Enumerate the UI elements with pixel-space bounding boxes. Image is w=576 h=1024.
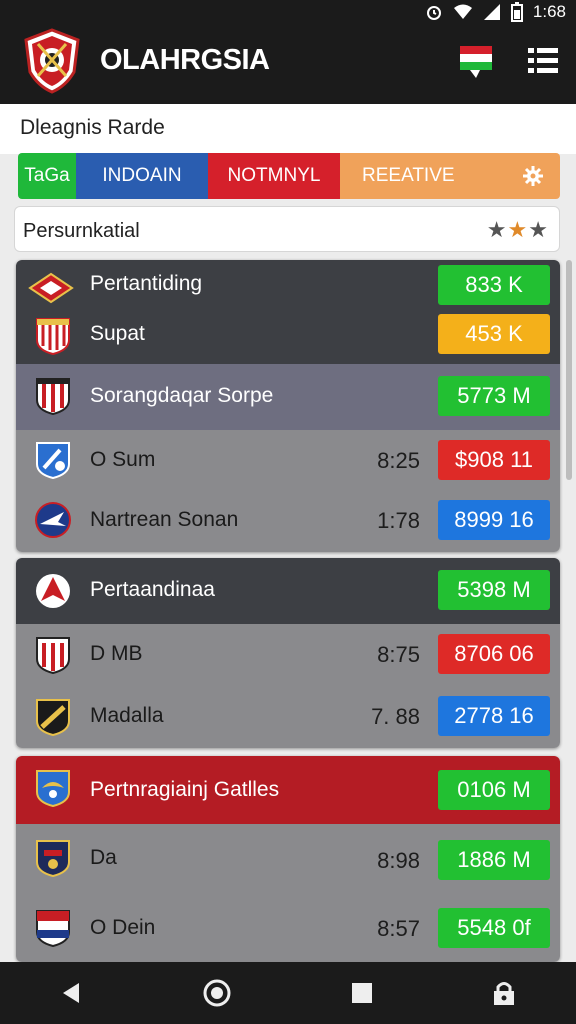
back-icon[interactable] bbox=[59, 980, 85, 1006]
item-name: Da bbox=[90, 846, 117, 869]
score-badge[interactable]: 8706 06 bbox=[438, 634, 550, 674]
star-icon: ★ bbox=[528, 217, 549, 242]
settings-icon bbox=[523, 166, 543, 186]
item-name: O Dein bbox=[90, 916, 156, 939]
flag-chat-icon[interactable] bbox=[458, 42, 496, 82]
item-name: Pertnragiainj Gatlles bbox=[90, 778, 280, 801]
list-item[interactable]: Pertaandinaa 5398 M bbox=[16, 558, 560, 624]
scrollbar[interactable] bbox=[566, 260, 572, 480]
home-icon[interactable] bbox=[202, 978, 232, 1008]
status-bar: 1:68 bbox=[0, 0, 576, 24]
app-bar: OLAHRGSIA bbox=[0, 24, 576, 104]
item-name: Supat bbox=[90, 322, 145, 345]
item-name: Pertantiding bbox=[90, 272, 203, 295]
match-group: Pertaandinaa 5398 M D MB 8:75 8706 06 Ma… bbox=[16, 558, 560, 748]
score-badge[interactable]: 833 K bbox=[438, 265, 550, 305]
lock-icon[interactable] bbox=[491, 979, 517, 1007]
red-triangle-icon bbox=[36, 574, 70, 608]
list-item[interactable]: Sorangdaqar Sorpe 5773 M bbox=[16, 364, 560, 430]
system-nav-bar bbox=[0, 962, 576, 1024]
striped-shield-icon bbox=[36, 378, 70, 416]
subheader: Dleagnis Rarde AW bbox=[0, 104, 576, 248]
tab-indoain[interactable]: INDOAIN bbox=[76, 153, 208, 199]
eagle-shield-icon bbox=[36, 770, 70, 808]
item-name: D MB bbox=[90, 642, 143, 665]
navy-shield-icon bbox=[36, 840, 70, 878]
score-badge[interactable]: 2778 16 bbox=[438, 696, 550, 736]
list-item[interactable]: Nartrean Sonan 1:78 8999 16 bbox=[16, 492, 560, 552]
score-badge[interactable]: 0106 M bbox=[438, 770, 550, 810]
match-time: 8:75 bbox=[377, 642, 420, 667]
tab-reeative[interactable]: REEATIVE bbox=[340, 153, 560, 199]
list-item[interactable]: Pertantiding 833 K bbox=[16, 260, 560, 312]
striped-shield-icon bbox=[36, 637, 70, 675]
menu-icon[interactable] bbox=[526, 44, 560, 78]
score-badge[interactable]: 5398 M bbox=[438, 570, 550, 610]
status-time: 1:68 bbox=[532, 2, 566, 21]
striped-shield-icon bbox=[36, 318, 70, 356]
blue-shield-icon bbox=[36, 442, 70, 480]
list-item[interactable]: O Dein 8:57 5548 0f bbox=[16, 896, 560, 962]
category-tabs: TaGa INDOAIN NOTMNYL REEATIVE bbox=[18, 153, 560, 199]
list-item[interactable]: Da 8:98 1886 M bbox=[16, 824, 560, 896]
item-name: Nartrean Sonan bbox=[90, 508, 239, 531]
wifi-icon bbox=[453, 4, 472, 19]
signal-icon bbox=[483, 4, 500, 20]
score-badge[interactable]: 453 K bbox=[438, 314, 550, 354]
score-badge[interactable]: $908 11 bbox=[438, 440, 550, 480]
list-item[interactable]: O Sum 8:25 $908 11 bbox=[16, 430, 560, 492]
flag-shield-icon bbox=[36, 910, 70, 948]
club-crest-logo[interactable] bbox=[22, 28, 82, 94]
plane-badge-icon bbox=[35, 502, 71, 538]
score-badge[interactable]: 1886 M bbox=[438, 840, 550, 880]
battery-icon bbox=[510, 2, 523, 22]
score-badge[interactable]: 5548 0f bbox=[438, 908, 550, 948]
star-icon: ★ bbox=[507, 217, 529, 242]
item-name: O Sum bbox=[90, 448, 156, 471]
yellow-shield-icon bbox=[36, 699, 70, 737]
list-item[interactable]: Pertnragiainj Gatlles 0106 M bbox=[16, 756, 560, 824]
list-item[interactable]: D MB 8:75 8706 06 bbox=[16, 624, 560, 686]
diamond-crest-icon bbox=[28, 272, 74, 304]
filter-label: Persurnkatial bbox=[23, 220, 140, 242]
match-time: 8:25 bbox=[377, 448, 420, 473]
score-badge[interactable]: 5773 M bbox=[438, 376, 550, 416]
tab-taga[interactable]: TaGa bbox=[18, 153, 76, 199]
score-badge[interactable]: 8999 16 bbox=[438, 500, 550, 540]
recents-icon[interactable] bbox=[350, 981, 374, 1005]
item-name: Pertaandinaa bbox=[90, 578, 215, 601]
match-time: 8:98 bbox=[377, 848, 420, 873]
item-name: Madalla bbox=[90, 704, 164, 727]
item-name: Sorangdaqar Sorpe bbox=[90, 384, 274, 407]
tab-notmnyl[interactable]: NOTMNYL bbox=[208, 153, 340, 199]
rating-stars[interactable]: ★★★ bbox=[487, 217, 549, 243]
subheader-label: Dleagnis Rarde bbox=[20, 116, 165, 139]
app-title: OLAHRGSIA bbox=[100, 44, 270, 76]
tab-reeative-label: REEATIVE bbox=[362, 165, 455, 186]
star-icon: ★ bbox=[486, 217, 508, 242]
match-time: 7. 88 bbox=[371, 704, 420, 729]
match-time: 8:57 bbox=[377, 916, 420, 941]
match-group: Pertnragiainj Gatlles 0106 M Da 8:98 188… bbox=[16, 756, 560, 962]
list-item[interactable]: Supat 453 K bbox=[16, 312, 560, 364]
list-item[interactable]: Madalla 7. 88 2778 16 bbox=[16, 686, 560, 748]
match-group: Pertantiding 833 K Supat 453 K Sorangdaq… bbox=[16, 260, 560, 552]
filter-bar[interactable]: Persurnkatial ★★★ bbox=[14, 206, 560, 252]
match-time: 1:78 bbox=[377, 508, 420, 533]
alarm-icon bbox=[426, 6, 441, 20]
